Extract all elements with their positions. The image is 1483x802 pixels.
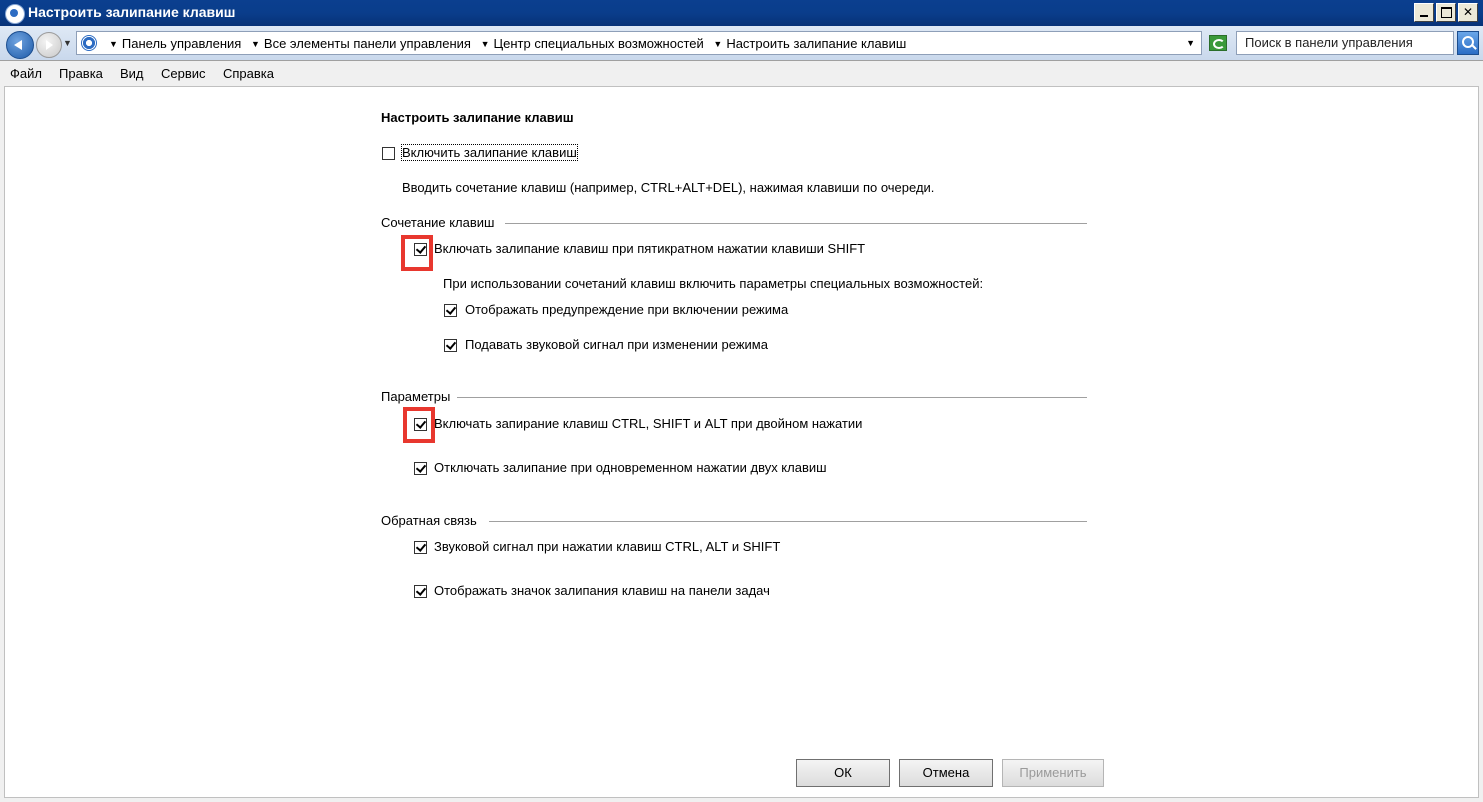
sound-label[interactable]: Подавать звуковой сигнал при изменении р… — [465, 337, 768, 352]
content-pane: Настроить залипание клавиш Включить зали… — [4, 86, 1479, 798]
title-bar: Настроить залипание клавиш ✕ — [0, 0, 1483, 26]
address-dropdown-icon[interactable]: ▼ — [1186, 38, 1195, 48]
enable-description: Вводить сочетание клавиш (например, CTRL… — [402, 180, 935, 195]
enable-sticky-keys-checkbox[interactable] — [382, 147, 395, 160]
maximize-button[interactable] — [1436, 3, 1456, 22]
breadcrumb-item[interactable]: Панель управления — [122, 36, 241, 51]
highlight-box — [401, 235, 433, 271]
chevron-down-icon[interactable]: ▼ — [481, 39, 490, 49]
tray-checkbox[interactable] — [414, 585, 427, 598]
off-label[interactable]: Отключать залипание при одновременном на… — [434, 460, 827, 475]
sound-checkbox[interactable] — [444, 339, 457, 352]
apply-button[interactable]: Применить — [1002, 759, 1104, 787]
cancel-button[interactable]: Отмена — [899, 759, 993, 787]
chevron-down-icon[interactable]: ▼ — [713, 39, 722, 49]
shift5-label[interactable]: Включать залипание клавиш при пятикратно… — [434, 241, 865, 256]
menu-file[interactable]: Файл — [10, 66, 42, 81]
ok-button[interactable]: ОК — [796, 759, 890, 787]
menu-bar: Файл Правка Вид Сервис Справка — [0, 61, 1483, 85]
warn-checkbox[interactable] — [444, 304, 457, 317]
page-title: Настроить залипание клавиш — [381, 110, 574, 125]
lock-label[interactable]: Включать запирание клавиш CTRL, SHIFT и … — [434, 416, 862, 431]
group-divider — [505, 223, 1087, 224]
menu-tools[interactable]: Сервис — [161, 66, 206, 81]
beep-checkbox[interactable] — [414, 541, 427, 554]
shortcut-group-title: Сочетание клавиш — [381, 215, 495, 230]
chevron-down-icon[interactable]: ▼ — [109, 39, 118, 49]
beep-label[interactable]: Звуковой сигнал при нажатии клавиш CTRL,… — [434, 539, 780, 554]
minimize-button[interactable] — [1414, 3, 1434, 22]
control-panel-icon — [5, 4, 25, 24]
tray-label[interactable]: Отображать значок залипания клавиш на па… — [434, 583, 770, 598]
highlight-box — [403, 407, 435, 443]
off-checkbox[interactable] — [414, 462, 427, 475]
window-title: Настроить залипание клавиш — [28, 4, 236, 20]
options-group-title: Параметры — [381, 389, 451, 404]
forward-button[interactable] — [36, 32, 62, 58]
group-divider — [489, 521, 1087, 522]
back-button[interactable] — [6, 31, 34, 59]
recent-pages-dropdown-icon[interactable]: ▼ — [63, 38, 72, 48]
chevron-down-icon[interactable]: ▼ — [251, 39, 260, 49]
address-bar: ▼ ▼ Панель управления ▼ Все элементы панел… — [0, 26, 1483, 61]
menu-view[interactable]: Вид — [120, 66, 144, 81]
close-button[interactable]: ✕ — [1458, 3, 1478, 22]
refresh-button[interactable] — [1209, 35, 1227, 51]
control-panel-icon — [81, 35, 97, 51]
address-box[interactable]: ▼ Панель управления ▼ Все элементы панели … — [76, 31, 1202, 55]
breadcrumb: ▼ Панель управления ▼ Все элементы панели … — [103, 36, 906, 51]
group-divider — [457, 397, 1087, 398]
breadcrumb-item[interactable]: Все элементы панели управления — [264, 36, 471, 51]
warn-label[interactable]: Отображать предупреждение при включении … — [465, 302, 788, 317]
breadcrumb-item[interactable]: Настроить залипание клавиш — [726, 36, 906, 51]
menu-help[interactable]: Справка — [223, 66, 274, 81]
enable-sticky-keys-label[interactable]: Включить залипание клавиш — [401, 144, 578, 161]
search-icon[interactable] — [1457, 31, 1479, 55]
feedback-group-title: Обратная связь — [381, 513, 477, 528]
breadcrumb-item[interactable]: Центр специальных возможностей — [494, 36, 704, 51]
shortcut-sub-description: При использовании сочетаний клавиш включ… — [443, 276, 984, 291]
menu-edit[interactable]: Правка — [59, 66, 103, 81]
search-input[interactable]: Поиск в панели управления — [1236, 31, 1454, 55]
